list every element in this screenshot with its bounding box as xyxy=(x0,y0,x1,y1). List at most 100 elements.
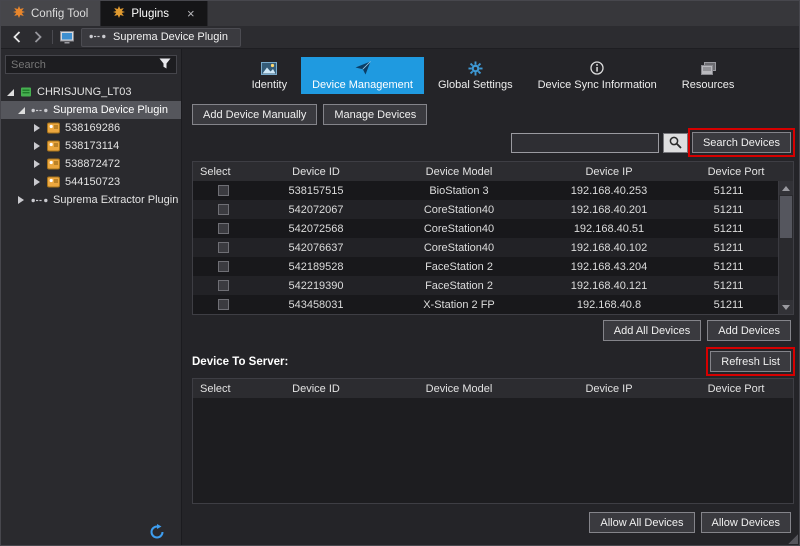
device-port-cell: 51211 xyxy=(679,185,778,197)
tree-item-label: 538173114 xyxy=(65,140,119,152)
table-row[interactable]: 542219390 FaceStation 2 192.168.40.121 5… xyxy=(193,276,778,295)
table-row[interactable]: 542076637 CoreStation40 192.168.40.102 5… xyxy=(193,238,778,257)
tab-identity[interactable]: Identity xyxy=(241,57,298,94)
sidebar-search-box[interactable] xyxy=(5,55,177,74)
app-window: Config Tool Plugins × Suprema Device Plu… xyxy=(0,0,800,546)
tree-item-device[interactable]: 538169286 xyxy=(1,119,181,137)
main-content: Identity Device Management Global Settin… xyxy=(182,49,799,545)
search-devices-button[interactable]: Search Devices xyxy=(692,132,791,153)
expander-closed-icon[interactable] xyxy=(32,160,42,168)
device-management-icon xyxy=(355,60,371,76)
config-tool-icon xyxy=(13,6,25,21)
tab-global-settings[interactable]: Global Settings xyxy=(427,57,524,94)
table-row[interactable]: 538157515 BioStation 3 192.168.40.253 51… xyxy=(193,181,778,200)
header-device-port: Device Port xyxy=(679,166,793,178)
tree-item-server[interactable]: CHRISJUNG_LT03 xyxy=(1,83,181,101)
tree-item-device[interactable]: 544150723 xyxy=(1,173,181,191)
device-to-server-row: Device To Server: Refresh List xyxy=(192,351,794,372)
scrollbar-track[interactable] xyxy=(779,195,793,300)
expander-closed-icon[interactable] xyxy=(32,124,42,132)
tab-config-tool[interactable]: Config Tool xyxy=(1,1,101,26)
allow-all-devices-button[interactable]: Allow All Devices xyxy=(589,512,694,533)
tab-plugins[interactable]: Plugins × xyxy=(101,1,207,26)
tab-label: Plugins xyxy=(131,8,169,20)
resize-grip[interactable] xyxy=(787,533,798,544)
select-cell xyxy=(193,280,253,291)
row-checkbox[interactable] xyxy=(218,223,229,234)
scroll-down-icon[interactable] xyxy=(779,300,793,314)
device-id-cell: 542072067 xyxy=(253,204,379,216)
tree-item-device[interactable]: 538173114 xyxy=(1,137,181,155)
tree-item-suprema-extractor-plugin[interactable]: Suprema Extractor Plugin xyxy=(1,191,181,209)
table-header: Select Device ID Device Model Device IP … xyxy=(193,162,793,181)
expander-open-icon[interactable] xyxy=(16,107,26,114)
device-model-cell: FaceStation 2 xyxy=(379,280,539,292)
table-row[interactable]: 542072568 CoreStation40 192.168.40.51 51… xyxy=(193,219,778,238)
add-device-manually-button[interactable]: Add Device Manually xyxy=(192,104,317,125)
magnifier-button[interactable] xyxy=(663,133,688,153)
expander-closed-icon[interactable] xyxy=(16,196,26,204)
forward-button[interactable] xyxy=(31,29,45,45)
add-all-devices-button[interactable]: Add All Devices xyxy=(603,320,701,341)
tree-item-label: 544150723 xyxy=(65,176,120,188)
row-checkbox[interactable] xyxy=(218,185,229,196)
refresh-tree-icon[interactable] xyxy=(148,523,166,541)
open-window-icon[interactable] xyxy=(60,29,74,45)
scroll-up-icon[interactable] xyxy=(779,181,793,195)
device-model-cell: CoreStation40 xyxy=(379,204,539,216)
close-tab-icon[interactable]: × xyxy=(187,7,195,20)
add-devices-button[interactable]: Add Devices xyxy=(707,320,791,341)
scrollbar-thumb[interactable] xyxy=(780,196,792,238)
back-button[interactable] xyxy=(10,29,24,45)
row-checkbox[interactable] xyxy=(218,204,229,215)
header-device-id: Device ID xyxy=(253,383,379,395)
tree-item-label: Suprema Device Plugin xyxy=(53,104,168,116)
allow-devices-button[interactable]: Allow Devices xyxy=(701,512,791,533)
window-tab-bar: Config Tool Plugins × xyxy=(1,1,799,26)
device-search-input[interactable] xyxy=(511,133,659,153)
table-row[interactable]: 543458031 X-Station 2 FP 192.168.40.8 51… xyxy=(193,295,778,314)
plugin-link-icon xyxy=(31,197,48,204)
header-select: Select xyxy=(193,166,253,178)
device-id-cell: 543458031 xyxy=(253,299,379,311)
table-row[interactable]: 542189528 FaceStation 2 192.168.43.204 5… xyxy=(193,257,778,276)
tab-device-sync-information[interactable]: Device Sync Information xyxy=(527,57,668,94)
plugins-icon xyxy=(113,6,125,21)
expander-closed-icon[interactable] xyxy=(32,142,42,150)
row-checkbox[interactable] xyxy=(218,299,229,310)
row-checkbox[interactable] xyxy=(218,280,229,291)
refresh-list-button[interactable]: Refresh List xyxy=(710,351,791,372)
expander-open-icon[interactable] xyxy=(5,89,15,96)
header-select: Select xyxy=(193,383,253,395)
expander-closed-icon[interactable] xyxy=(32,178,42,186)
server-devices-table: Select Device ID Device Model Device IP … xyxy=(192,378,794,504)
tab-label: Resources xyxy=(682,79,735,91)
device-ip-cell: 192.168.40.121 xyxy=(539,280,679,292)
row-checkbox[interactable] xyxy=(218,261,229,272)
add-buttons-row: Add All Devices Add Devices xyxy=(192,320,794,341)
tree-item-device[interactable]: 538872472 xyxy=(1,155,181,173)
sidebar: CHRISJUNG_LT03 Suprema Device Plugin 538… xyxy=(1,49,182,545)
tree-item-suprema-device-plugin[interactable]: Suprema Device Plugin xyxy=(1,101,181,119)
plugin-breadcrumb-chip[interactable]: Suprema Device Plugin xyxy=(81,28,241,47)
device-icon xyxy=(47,176,60,188)
table-scrollbar[interactable] xyxy=(778,181,793,314)
header-device-port: Device Port xyxy=(679,383,793,395)
manage-devices-button[interactable]: Manage Devices xyxy=(323,104,427,125)
tab-device-management[interactable]: Device Management xyxy=(301,57,424,94)
device-search-row: Search Devices xyxy=(192,132,794,153)
gear-icon xyxy=(468,60,483,76)
identity-icon xyxy=(261,60,277,76)
device-ip-cell: 192.168.40.8 xyxy=(539,299,679,311)
device-model-cell: X-Station 2 FP xyxy=(379,299,539,311)
filter-funnel-icon[interactable] xyxy=(159,58,171,72)
tab-resources[interactable]: Resources xyxy=(671,57,746,94)
device-id-cell: 538157515 xyxy=(253,185,379,197)
device-model-cell: CoreStation40 xyxy=(379,223,539,235)
row-checkbox[interactable] xyxy=(218,242,229,253)
plugin-tabs: Identity Device Management Global Settin… xyxy=(192,57,794,94)
sidebar-search-input[interactable] xyxy=(11,59,154,71)
select-cell xyxy=(193,261,253,272)
table-row[interactable]: 542072067 CoreStation40 192.168.40.201 5… xyxy=(193,200,778,219)
select-cell xyxy=(193,185,253,196)
